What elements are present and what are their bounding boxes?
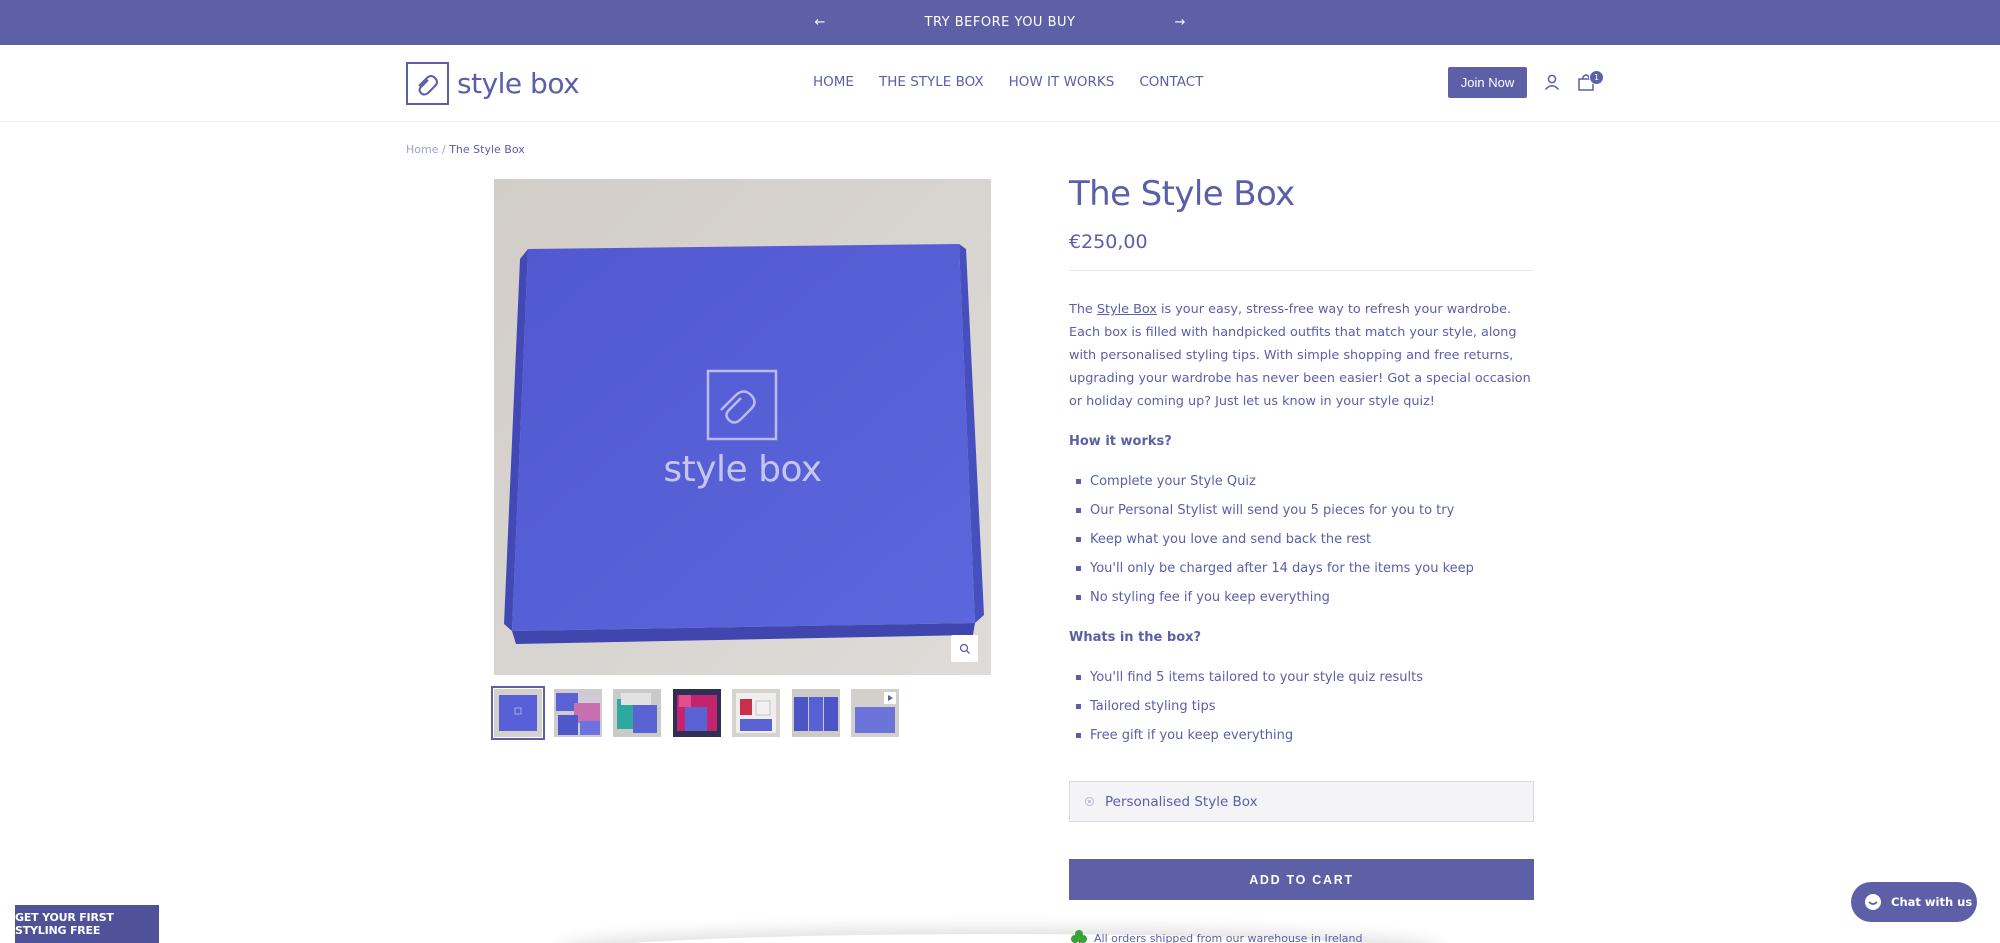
shamrock-icon (1071, 930, 1087, 943)
product-price: €250,00 (1069, 231, 1148, 253)
thumbnail-2[interactable] (553, 689, 602, 737)
list-item: Keep what you love and send back the res… (1069, 525, 1474, 554)
announcement-text: TRY BEFORE YOU BUY (924, 15, 1076, 30)
account-icon[interactable] (1543, 73, 1561, 91)
site-header: style box HOME THE STYLE BOX HOW IT WORK… (0, 45, 2000, 122)
zoom-search-icon (959, 643, 970, 654)
style-box-photo (494, 179, 991, 675)
style-box-link[interactable]: Style Box (1097, 302, 1157, 317)
variant-radio-icon[interactable] (1085, 797, 1094, 806)
product-description: The Style Box is your easy, stress-free … (1069, 298, 1535, 413)
price-divider (1069, 270, 1533, 271)
list-item: Our Personal Stylist will send you 5 pie… (1069, 496, 1474, 525)
first-styling-free-promo-tab[interactable]: GET YOUR FIRST STYLING FREE (15, 905, 159, 943)
breadcrumb-separator: / (441, 143, 446, 156)
list-item: Tailored styling tips (1069, 692, 1423, 721)
logo-text: style box (457, 67, 580, 100)
join-now-button[interactable]: Join Now (1448, 67, 1527, 98)
nav-item-contact[interactable]: CONTACT (1139, 74, 1203, 90)
variant-label: Personalised Style Box (1105, 793, 1258, 810)
next-announcement-arrow-icon[interactable]: → (1170, 15, 1190, 30)
logo-mark-icon (406, 62, 449, 105)
whats-in-the-box-heading: Whats in the box? (1069, 630, 1202, 645)
list-item: No styling fee if you keep everything (1069, 583, 1474, 612)
thumbnail-1[interactable] (491, 686, 545, 740)
nav-item-how-it-works[interactable]: HOW IT WORKS (1009, 74, 1115, 90)
list-item: Free gift if you keep everything (1069, 721, 1423, 750)
add-to-cart-button[interactable]: ADD TO CART (1069, 859, 1534, 900)
thumbnail-7-video[interactable] (851, 689, 899, 737)
chat-bubble-icon (1865, 894, 1881, 910)
how-it-works-heading: How it works? (1069, 434, 1172, 449)
shipping-text: All orders shipped from our warehouse in… (1094, 931, 1363, 943)
prev-announcement-arrow-icon[interactable]: ← (810, 15, 830, 30)
shipping-note: All orders shipped from our warehouse in… (1069, 928, 1363, 943)
chat-widget-button[interactable]: Chat with us (1851, 882, 1977, 922)
zoom-button[interactable] (951, 635, 978, 662)
announcement-bar: ← TRY BEFORE YOU BUY → (0, 0, 2000, 45)
description-intro: The (1069, 302, 1097, 317)
list-item: You'll only be charged after 14 days for… (1069, 554, 1474, 583)
how-it-works-list: Complete your Style Quiz Our Personal St… (1069, 467, 1474, 612)
list-item: You'll find 5 items tailored to your sty… (1069, 663, 1423, 692)
logo-link[interactable]: style box (406, 62, 580, 105)
cart-count-badge: 1 (1589, 70, 1604, 85)
variant-option-personalised-style-box[interactable]: Personalised Style Box (1069, 781, 1534, 822)
main-product-image[interactable]: style box (494, 179, 991, 675)
breadcrumb-current: The Style Box (449, 143, 525, 156)
description-body: is your easy, stress-free way to refresh… (1069, 302, 1531, 409)
whats-in-the-box-list: You'll find 5 items tailored to your sty… (1069, 663, 1423, 750)
main-nav: HOME THE STYLE BOX HOW IT WORKS CONTACT (813, 74, 1228, 90)
breadcrumb: Home / The Style Box (406, 143, 525, 156)
product-title: The Style Box (1069, 174, 1295, 214)
thumbnail-5[interactable] (732, 689, 780, 737)
thumbnail-4[interactable] (672, 689, 721, 737)
thumbnail-3[interactable] (613, 689, 661, 737)
thumbnail-strip (491, 686, 911, 740)
list-item: Complete your Style Quiz (1069, 467, 1474, 496)
box-logo-text: style box (663, 449, 822, 490)
nav-item-home[interactable]: HOME (813, 74, 854, 90)
breadcrumb-home-link[interactable]: Home (406, 143, 438, 156)
thumbnail-6[interactable] (791, 689, 840, 737)
nav-item-the-style-box[interactable]: THE STYLE BOX (879, 74, 984, 90)
chat-label: Chat with us (1891, 895, 1973, 909)
